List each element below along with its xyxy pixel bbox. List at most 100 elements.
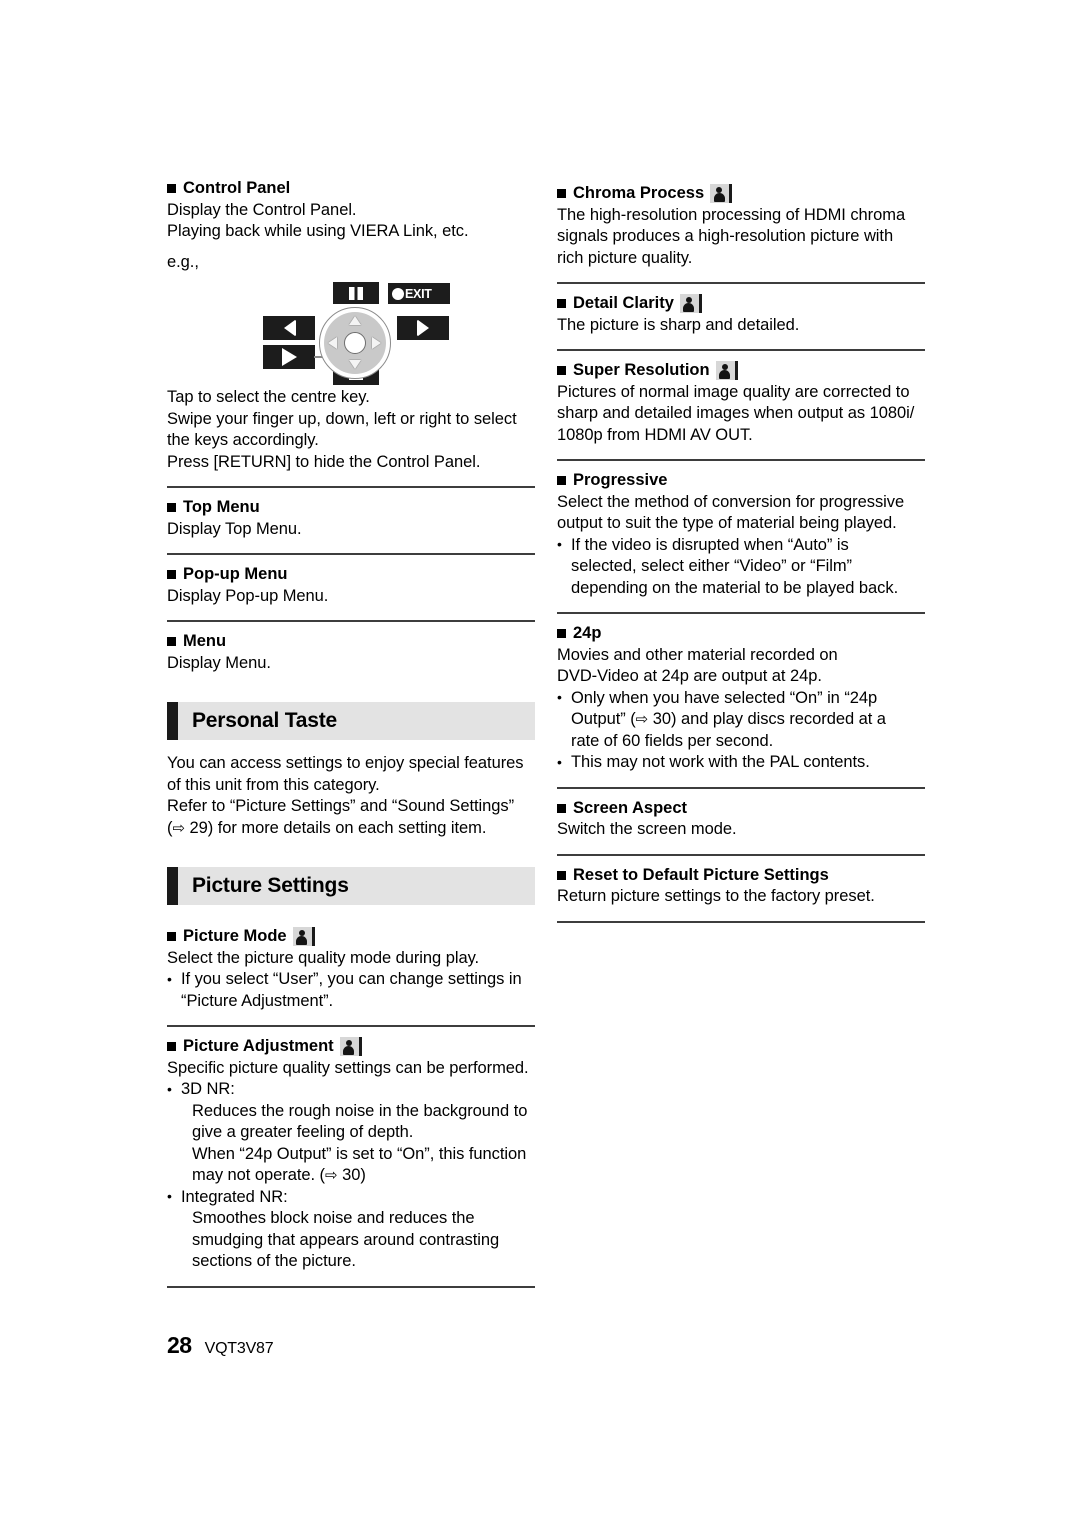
bullet-square-icon (167, 184, 176, 194)
picture-adjustment-b1-line-2: give a greater feeling of depth. (192, 1123, 414, 1141)
picture-adjustment-body: Specific picture quality settings can be… (167, 1058, 529, 1077)
dpad-up-arrow-icon (349, 316, 361, 325)
bullet-line-1: If you select “User”, you can change set… (181, 970, 522, 988)
personal-taste-line-3: Refer to “Picture Settings” and “Sound S… (167, 797, 515, 815)
section-heading-detail-clarity: Detail Clarity (557, 293, 925, 315)
play-glyph (281, 348, 297, 366)
banner-title: Picture Settings (192, 874, 349, 897)
exit-label: EXIT (405, 286, 432, 301)
bullet-square-icon (557, 189, 566, 199)
bullet-square-icon (167, 570, 176, 580)
personal-taste-line-4: (⇨ 29) for more details on each setting … (167, 818, 535, 840)
super-resolution-line-2: sharp and detailed images when output as… (557, 404, 915, 422)
section-banner-personal-taste: Personal Taste (167, 702, 535, 740)
page-ref-text: 30) (337, 1166, 366, 1184)
dpad-down-arrow-icon (349, 360, 361, 369)
p24-line-2: DVD-Video at 24p are output at 24p. (557, 667, 822, 685)
detail-clarity-line-1: The picture is sharp and detailed. (557, 315, 800, 334)
bullet-line-1: Only when you have selected “On” in “24p (571, 688, 878, 707)
progressive-line-1: Select the method of conversion for prog… (557, 492, 905, 511)
heading-text: Pop-up Menu (183, 565, 288, 583)
page-ref-prefix: may not operate. ( (192, 1166, 326, 1184)
rewind-glyph (283, 320, 296, 336)
control-panel-after-3: the keys accordingly. (167, 431, 319, 449)
section-banner-picture-settings: Picture Settings (167, 867, 535, 905)
exit-button-icon: EXIT (388, 283, 450, 304)
left-column: Control Panel Display the Control Panel.… (167, 178, 535, 1288)
direction-pad-icon (319, 307, 391, 379)
progressive-bullet-1: If the video is disrupted when “Auto” is… (557, 534, 925, 600)
section-heading-menu: Menu (167, 631, 535, 653)
bullet-square-icon (557, 476, 566, 486)
right-column: Chroma Process The high-resolution proce… (557, 183, 925, 923)
fast-forward-glyph (416, 320, 429, 336)
heading-text: Picture Adjustment (183, 1037, 334, 1055)
heading-text: Picture Mode (183, 927, 287, 945)
page-ref-arrow-icon: ⇨ (325, 1166, 338, 1184)
exit-dot-icon (392, 287, 404, 300)
bullet-square-icon (557, 299, 566, 309)
chroma-process-line-1: The high-resolution processing of HDMI c… (557, 205, 906, 224)
p24-line-1: Movies and other material recorded on (557, 645, 838, 664)
super-resolution-line-3: 1080p from HDMI AV OUT. (557, 425, 753, 444)
page-ref-text: 29) for more details on each setting ite… (184, 818, 487, 837)
person-icon (339, 1037, 362, 1057)
dpad-left-arrow-icon (328, 337, 337, 349)
document-code: VQT3V87 (204, 1340, 274, 1357)
progressive-line-2: output to suit the type of material bein… (557, 514, 897, 532)
control-panel-line-2: Playing back while using VIERA Link, etc… (167, 222, 469, 240)
control-panel-diagram: EXIT (167, 279, 535, 387)
menu-body: Display Menu. (167, 653, 271, 672)
fast-forward-button-icon (397, 316, 449, 340)
picture-adjustment-b2-line-3: sections of the picture. (192, 1252, 356, 1270)
bullet-line-2: “Picture Adjustment”. (181, 991, 334, 1010)
bullet-square-icon (167, 637, 176, 647)
section-heading-popup-menu: Pop-up Menu (167, 564, 535, 586)
page-footer: 28 VQT3V87 (167, 1332, 274, 1359)
p24-bullet-2: This may not work with the PAL contents. (557, 752, 925, 774)
person-icon (710, 184, 733, 204)
heading-text: Chroma Process (573, 184, 705, 202)
divider (167, 1285, 535, 1288)
heading-text: Screen Aspect (573, 798, 688, 817)
personal-taste-line-1: You can access settings to enjoy special… (167, 754, 524, 772)
heading-text: Progressive (573, 471, 668, 489)
bullet-square-icon (557, 870, 566, 880)
bullet-square-icon (557, 366, 566, 376)
section-heading-top-menu: Top Menu (167, 497, 535, 519)
section-heading-picture-adjustment: Picture Adjustment (167, 1036, 535, 1058)
section-heading-reset-defaults: Reset to Default Picture Settings (557, 865, 925, 887)
heading-text: Super Resolution (573, 361, 710, 379)
manual-page: Control Panel Display the Control Panel.… (0, 0, 1080, 1526)
bullet-label: Integrated NR: (181, 1187, 288, 1206)
bullet-square-icon (557, 803, 566, 813)
page-ref-arrow-icon: ⇨ (635, 710, 649, 728)
banner-accent-bar (167, 867, 178, 905)
personal-taste-line-2: of this unit from this category. (167, 775, 380, 794)
divider (557, 920, 925, 923)
section-heading-progressive: Progressive (557, 470, 925, 492)
play-button-icon (263, 345, 315, 369)
section-heading-chroma-process: Chroma Process (557, 183, 925, 205)
